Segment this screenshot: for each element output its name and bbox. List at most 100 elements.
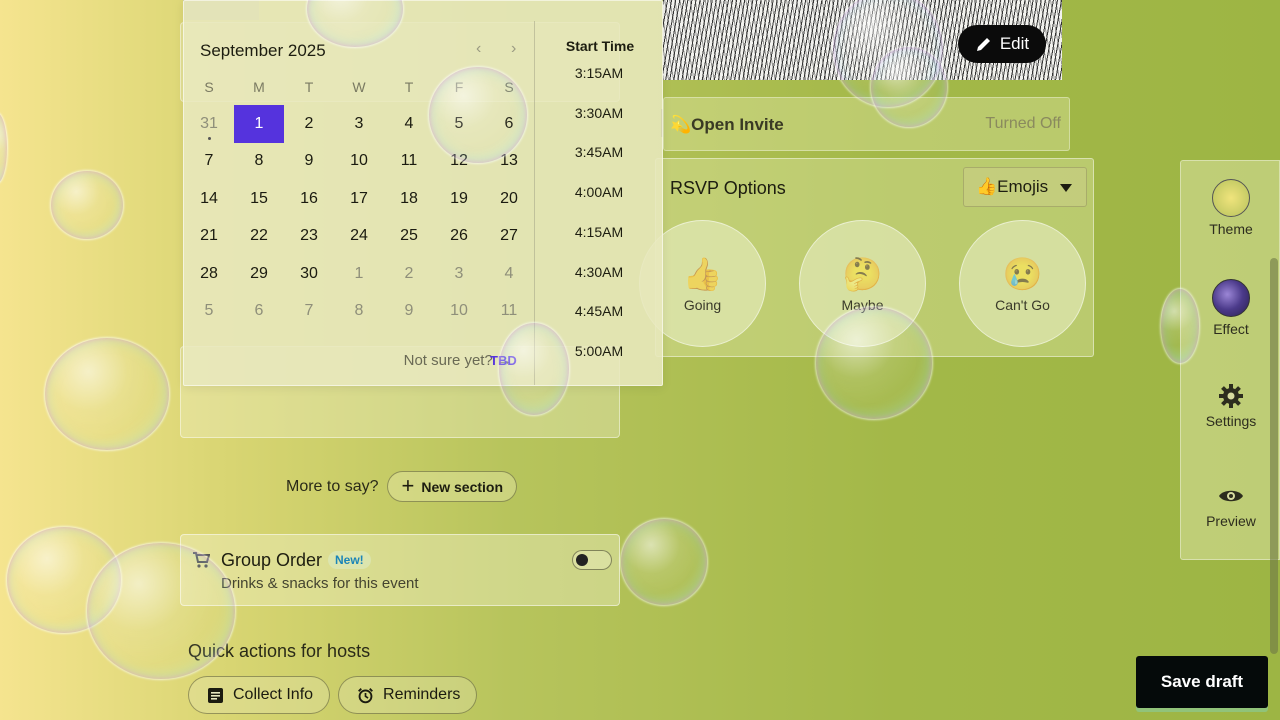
new-section-label: New section	[421, 478, 504, 495]
rsvp-title: RSVP Options	[670, 178, 786, 198]
calendar-day[interactable]: 5	[184, 293, 234, 331]
calendar-day[interactable]: 20	[484, 180, 534, 218]
new-section-button[interactable]: + New section	[387, 471, 518, 502]
gear-icon	[1219, 384, 1243, 408]
calendar-week-row: 21 22 23 24 25 26 27	[184, 218, 534, 256]
save-draft-button[interactable]: Save draft	[1136, 656, 1268, 708]
calendar-day[interactable]: 1	[234, 105, 284, 143]
bubble-effect	[44, 337, 170, 451]
open-invite-status: Turned Off	[985, 115, 1061, 132]
date-time-picker: September 2025 ‹ › S M T W T F S 31 1 2 3 4 5…	[183, 0, 663, 386]
calendar-day[interactable]: 15	[234, 180, 284, 218]
weekday-header: S M T W T F S	[184, 79, 534, 99]
time-option[interactable]: 5:00AM	[535, 343, 663, 359]
new-badge: New!	[328, 551, 371, 569]
rail-preview[interactable]: Preview	[1181, 483, 1280, 529]
weekday-label: F	[454, 79, 464, 95]
collect-info-button[interactable]: Collect Info	[188, 676, 331, 714]
calendar-day[interactable]: 7	[284, 293, 334, 331]
calendar-day[interactable]: 13	[484, 143, 534, 181]
rsvp-style-select[interactable]: 👍Emojis	[963, 167, 1087, 207]
calendar-grid: S M T W T F S 31 1 2 3 4 5 6 7 8 9 10 11 12 13 14 15 16 1…	[184, 79, 534, 330]
calendar-day[interactable]: 31	[184, 105, 234, 143]
open-invite-row[interactable]: 💫Open Invite Turned Off	[661, 97, 1070, 151]
calendar-day[interactable]: 27	[484, 218, 534, 256]
start-time-list[interactable]: Start Time 3:15AM 3:30AM 3:45AM 4:00AM 4:15A…	[534, 21, 664, 385]
calendar-day[interactable]: 9	[284, 143, 334, 181]
calendar-day[interactable]: 17	[334, 180, 384, 218]
calendar-day[interactable]: 10	[334, 143, 384, 181]
calendar-day[interactable]: 8	[234, 143, 284, 181]
tbd-button[interactable]: TBD	[490, 353, 517, 368]
start-time-heading: Start Time	[565, 38, 635, 54]
calendar-day[interactable]: 10	[434, 293, 484, 331]
calendar-day[interactable]: 21	[184, 218, 234, 256]
calendar-day[interactable]: 16	[284, 180, 334, 218]
reminders-button[interactable]: Reminders	[338, 676, 478, 714]
calendar-day[interactable]: 6	[484, 105, 534, 143]
edit-label: Edit	[999, 34, 1030, 53]
time-option[interactable]: 4:30AM	[535, 264, 663, 280]
calendar-weeks: 31 1 2 3 4 5 6 7 8 9 10 11 12 13 14 15 16 17 18 19 20 21 22 23 2…	[184, 105, 534, 330]
calendar-day[interactable]: 1	[334, 255, 384, 293]
calendar-day[interactable]: 2	[284, 105, 334, 143]
calendar-day[interactable]: 30	[284, 255, 334, 293]
reminders-label: Reminders	[383, 686, 461, 703]
calendar-day[interactable]: 3	[334, 105, 384, 143]
rsvp-style-value: 👍Emojis	[976, 177, 1049, 196]
calendar-day[interactable]: 2	[384, 255, 434, 293]
time-option[interactable]: 3:30AM	[535, 105, 663, 121]
calendar-day[interactable]: 19	[434, 180, 484, 218]
calendar-day[interactable]: 26	[434, 218, 484, 256]
calendar-day[interactable]: 4	[484, 255, 534, 293]
calendar-day[interactable]: 6	[234, 293, 284, 331]
alarm-clock-icon	[358, 687, 374, 703]
rail-effect-label: Effect	[1213, 321, 1249, 337]
edit-cover-button[interactable]: Edit	[958, 25, 1046, 63]
theme-swatch-icon	[1212, 179, 1250, 217]
rsvp-cant-go-option[interactable]: 😢 Can't Go	[959, 220, 1086, 347]
calendar-day[interactable]: 11	[384, 143, 434, 181]
calendar-day[interactable]: 8	[334, 293, 384, 331]
calendar-day[interactable]: 12	[434, 143, 484, 181]
bubble-effect	[0, 112, 8, 184]
time-option[interactable]: 5:15AM	[535, 383, 663, 385]
time-option[interactable]: 3:45AM	[535, 144, 663, 160]
cart-icon	[193, 552, 210, 568]
time-option[interactable]: 4:15AM	[535, 224, 663, 240]
calendar-day[interactable]: 24	[334, 218, 384, 256]
rsvp-cant-go-label: Can't Go	[995, 296, 1050, 313]
weekday-label: W	[352, 79, 366, 95]
rail-effect[interactable]: Effect	[1181, 279, 1280, 337]
quick-actions-title: Quick actions for hosts	[188, 641, 371, 661]
chevron-left-icon[interactable]: ‹	[476, 40, 481, 58]
calendar-day[interactable]: 18	[384, 180, 434, 218]
calendar-day[interactable]: 9	[384, 293, 434, 331]
calendar-day[interactable]: 28	[184, 255, 234, 293]
chevron-right-icon[interactable]: ›	[511, 40, 516, 58]
time-option[interactable]: 4:45AM	[535, 303, 663, 319]
rail-theme[interactable]: Theme	[1181, 179, 1280, 237]
time-option[interactable]: 4:00AM	[535, 184, 663, 200]
calendar-day[interactable]: 22	[234, 218, 284, 256]
more-to-say-label: More to say?	[286, 477, 379, 495]
calendar-day[interactable]: 23	[284, 218, 334, 256]
calendar-day[interactable]: 4	[384, 105, 434, 143]
customize-rail: Theme Effect Settings Preview	[1180, 160, 1280, 560]
rsvp-maybe-option[interactable]: 🤔 Maybe	[799, 220, 926, 347]
crying-face-icon: 😢	[1002, 255, 1043, 292]
group-order-toggle[interactable]	[572, 550, 612, 570]
bubble-effect	[620, 518, 708, 606]
thinking-face-icon: 🤔	[842, 255, 883, 292]
calendar-day[interactable]: 25	[384, 218, 434, 256]
calendar-day[interactable]: 5	[434, 105, 484, 143]
calendar-day[interactable]: 7	[184, 143, 234, 181]
rail-settings[interactable]: Settings	[1181, 383, 1280, 429]
calendar-day[interactable]: 3	[434, 255, 484, 293]
calendar-day[interactable]: 11	[484, 293, 534, 331]
calendar-day[interactable]: 14	[184, 180, 234, 218]
page-scrollbar[interactable]	[1270, 258, 1278, 654]
time-option[interactable]: 3:15AM	[535, 65, 663, 81]
thumbs-up-icon: 👍	[682, 255, 723, 292]
calendar-day[interactable]: 29	[234, 255, 284, 293]
